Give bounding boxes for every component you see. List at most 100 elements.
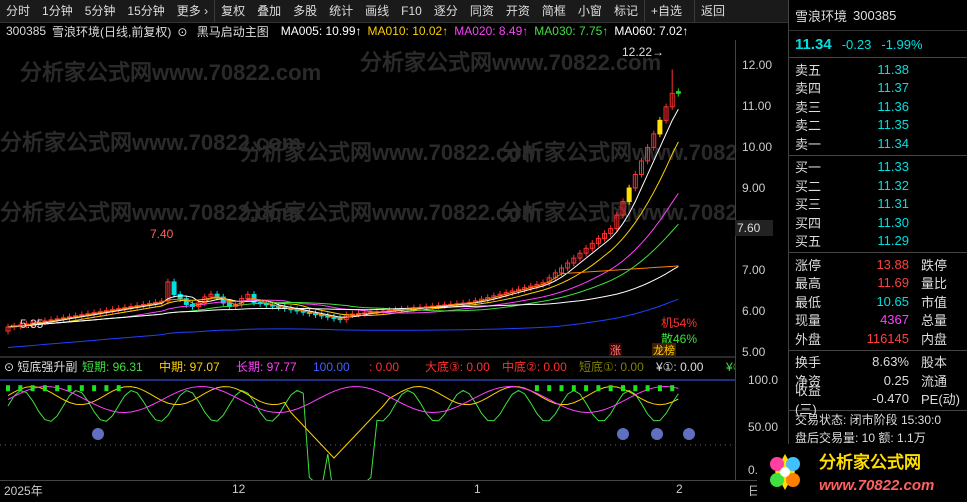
stat2-right-label: 流通 xyxy=(921,373,948,389)
sad-face-icon xyxy=(683,428,695,440)
ask-row[interactable]: 卖五 11.38 xyxy=(789,60,967,79)
bid-row[interactable]: 买三 11.31 xyxy=(789,195,967,214)
toolbar-item-18[interactable]: 返回 xyxy=(693,0,731,22)
bid-row[interactable]: 买四 11.30 xyxy=(789,213,967,232)
inst-label: 机54% xyxy=(661,316,697,330)
bid-row[interactable]: 买二 11.32 xyxy=(789,176,967,195)
signal-bar xyxy=(584,385,589,392)
stat-value: 116145 xyxy=(866,330,909,346)
price-axis: 12.0011.0010.009.008.007.006.005.00100.0… xyxy=(735,40,789,480)
toolbar-item-6[interactable]: 叠加 xyxy=(251,0,287,22)
toolbar-item-16[interactable]: 标记 xyxy=(608,0,644,22)
stat-label: 现量 xyxy=(795,313,822,329)
toolbar-item-11[interactable]: 逐分 xyxy=(428,0,464,22)
quote-name: 雪浪环境 xyxy=(795,8,848,24)
stat-row[interactable]: 现量 4367 总量 xyxy=(789,311,967,330)
sub-item-2: 长期: 97.77 xyxy=(236,360,297,374)
info-bar: 300385 雪浪环境(日线,前复权) ⊙ 黑马启动主图 MA005: 10.9… xyxy=(0,22,735,40)
ask-value: 11.34 xyxy=(877,135,909,151)
sub-item-9: ¥②: 0.00 xyxy=(725,360,735,374)
toolbar-item-12[interactable]: 同资 xyxy=(464,0,500,22)
bid-row[interactable]: 买一 11.33 xyxy=(789,158,967,177)
logo-graphic: 分析家公式网 www.70822.com xyxy=(770,452,934,494)
sad-face-icon xyxy=(651,428,663,440)
sub-item-1: 中期: 97.07 xyxy=(159,359,220,374)
toolbar-item-13[interactable]: 开资 xyxy=(500,0,536,22)
toolbar-item-14[interactable]: 简框 xyxy=(536,0,572,22)
ask-label: 卖二 xyxy=(795,118,822,134)
stat-row[interactable]: 最低 10.65 市值 xyxy=(789,292,967,311)
watermark-text: 分析家公式网www.70822.com xyxy=(240,200,541,225)
sub-item-6: 中底②: 0.00 xyxy=(502,359,567,374)
signal-bar xyxy=(534,385,539,392)
toolbar-item-8[interactable]: 统计 xyxy=(323,0,359,22)
stat-label: 最高 xyxy=(795,276,822,292)
signal-bar xyxy=(657,385,662,392)
ask-value: 11.37 xyxy=(877,80,909,96)
ma-line-5 xyxy=(7,298,679,348)
ask-value: 11.36 xyxy=(877,98,909,114)
stat-right-label: 跌停 xyxy=(921,257,948,273)
price-pct: -1.99% xyxy=(881,36,923,52)
toolbar-item-5[interactable]: 复权 xyxy=(214,0,251,22)
toolbar-item-2[interactable]: 5分钟 xyxy=(79,0,122,22)
toolbar-item-1[interactable]: 1分钟 xyxy=(36,0,79,22)
signal-bar xyxy=(621,385,625,392)
indicator-dropdown[interactable]: ⊙ 黑马启动主图 xyxy=(177,23,274,40)
signal-bar xyxy=(79,385,84,392)
toolbar-item-10[interactable]: F10 xyxy=(395,0,428,22)
toolbar-item-7[interactable]: 多股 xyxy=(287,0,323,22)
price-change: -0.23 xyxy=(841,36,872,52)
ma-label-0: MA005: 10.99↑ xyxy=(280,24,362,38)
bid-value: 11.32 xyxy=(877,177,909,193)
sub-y-tick: 50.00 xyxy=(748,420,779,434)
y-tick: 5.00 xyxy=(742,344,766,359)
toolbar-item-17[interactable]: +自选 xyxy=(643,0,688,22)
toolbar-item-9[interactable]: 画线 xyxy=(359,0,395,22)
stat-label: 最低 xyxy=(795,294,822,310)
stat-row[interactable]: 最高 11.69 量比 xyxy=(789,274,967,293)
stat2-row[interactable]: 换手 8.63% 股本 xyxy=(789,353,967,372)
ask-row[interactable]: 卖三 11.36 xyxy=(789,97,967,116)
toolbar-item-0[interactable]: 分时 xyxy=(0,0,36,22)
ask-value: 11.35 xyxy=(877,117,909,133)
signal-bar xyxy=(608,385,613,392)
bid-row[interactable]: 买五 11.29 xyxy=(789,232,967,251)
stat-row[interactable]: 外盘 116145 内盘 xyxy=(789,329,967,348)
ma-line-1 xyxy=(7,141,679,328)
mid-term-line xyxy=(7,386,679,459)
watermark-text: 分析家公式网www.70822.com xyxy=(500,200,735,225)
ask-row[interactable]: 卖四 11.37 xyxy=(789,79,967,98)
stat-value: 11.69 xyxy=(877,275,909,291)
candle-body xyxy=(177,293,183,300)
toolbar-item-4[interactable]: 更多 › xyxy=(171,0,214,22)
ask-row[interactable]: 卖二 11.35 xyxy=(789,116,967,135)
stat2-label: 换手 xyxy=(795,355,822,371)
signal-bar xyxy=(547,385,552,392)
time-axis: 2025年 12 1 2 日 xyxy=(0,480,788,500)
bid-label: 买四 xyxy=(795,215,822,231)
sub-item-0: 短期: 96.31 xyxy=(82,360,143,374)
site-logo: 分析家公式网 www.70822.com xyxy=(757,444,967,499)
stat2-row[interactable]: 收益(三) -0.470 PE(动) xyxy=(789,383,967,417)
candlestick-chart[interactable]: 分析家公式网www.70822.com 分析家公式网www.70822.com分析… xyxy=(0,40,801,502)
short-term-line xyxy=(7,389,679,502)
signal-bar xyxy=(559,385,564,392)
chevron-icon: ⊙ xyxy=(177,24,188,39)
toolbar-item-15[interactable]: 小窗 xyxy=(572,0,608,22)
trade-status: 交易状态: 闭市阶段 15:30:0 xyxy=(795,413,942,427)
toolbar-item-3[interactable]: 15分钟 xyxy=(121,0,170,22)
ask-label: 卖五 xyxy=(795,62,822,78)
stat2-value: 8.63% xyxy=(872,354,909,370)
stat-row[interactable]: 涨停 13.88 跌停 xyxy=(789,255,967,274)
ask-label: 卖一 xyxy=(795,136,822,152)
sub-item-8: ¥①: 0.00 xyxy=(655,360,704,374)
ask-book: 卖五 11.38 卖四 11.37 卖三 11.36 卖二 11.35 卖一 11.34 xyxy=(789,58,967,156)
ma-label-2: MA020: 8.49↑ xyxy=(454,24,529,38)
sub-item-7: 短底①: 0.00 xyxy=(579,359,644,374)
stat2-value: 0.25 xyxy=(883,372,909,388)
ask-row[interactable]: 卖一 11.34 xyxy=(789,134,967,153)
chart-area[interactable]: 分析家公式网www.70822.com 分析家公式网www.70822.com 分析… xyxy=(0,40,801,502)
signal-bar xyxy=(67,385,72,392)
list-label: 龙榜 xyxy=(653,343,675,357)
